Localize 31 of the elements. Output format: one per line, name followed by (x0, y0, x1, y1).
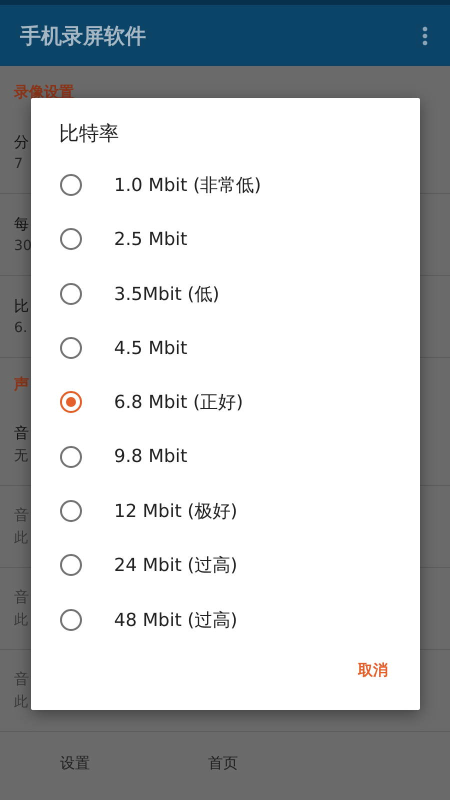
cancel-button[interactable]: 取消 (350, 654, 396, 686)
more-icon[interactable] (422, 26, 428, 46)
option-label[interactable]: 1.0 Mbit (非常低) (114, 173, 262, 198)
radio-button[interactable] (60, 554, 82, 576)
option-label[interactable]: 48 Mbit (过高) (114, 608, 238, 632)
option-label[interactable]: 6.8 Mbit (正好) (114, 390, 244, 414)
setting-value: 7 (14, 156, 23, 172)
setting-title: 音 (14, 424, 29, 443)
radio-button[interactable] (60, 228, 82, 250)
radio-button[interactable] (60, 282, 82, 305)
setting-value: 30 (14, 238, 32, 254)
setting-value: 6. (14, 320, 28, 336)
setting-title: 分 (14, 133, 29, 152)
radio-button[interactable] (60, 608, 82, 631)
radio-button[interactable] (60, 174, 82, 196)
option-label[interactable]: 3.5Mbit (低) (114, 282, 220, 306)
option-label[interactable]: 12 Mbit (极好) (114, 498, 238, 523)
dialog-title: 比特率 (58, 120, 120, 147)
radio-button[interactable] (60, 446, 82, 468)
app-title: 手机录屏软件 (20, 22, 146, 50)
setting-title: 比 (14, 297, 29, 316)
option-label[interactable]: 24 Mbit (过高) (114, 553, 238, 578)
radio-button[interactable] (60, 500, 82, 522)
option-label[interactable]: 4.5 Mbit (114, 338, 188, 359)
section-header: 声 (14, 375, 29, 393)
setting-value: 无 (14, 447, 28, 465)
option-label[interactable]: 9.8 Mbit (114, 446, 188, 468)
option-label[interactable]: 2.5 Mbit (114, 228, 188, 250)
setting-title: 每 (14, 215, 29, 234)
radio-button[interactable] (60, 391, 82, 414)
radio-button[interactable] (60, 337, 82, 360)
